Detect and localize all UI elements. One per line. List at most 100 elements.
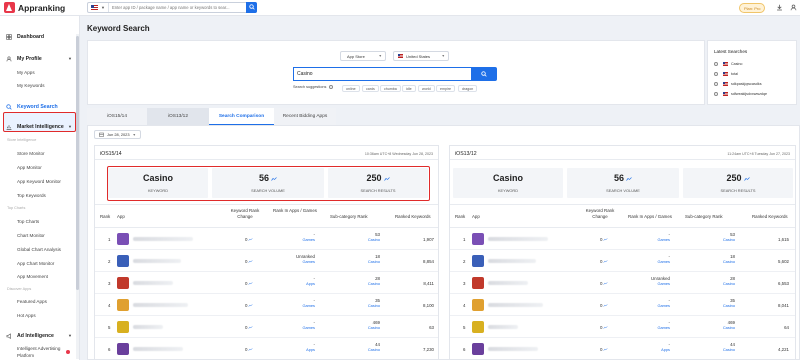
table-row[interactable]: 3 0 Unranked Games 28 Casino 6,553	[450, 272, 795, 294]
sidebar-item-my-keywords[interactable]: My Keywords	[0, 83, 78, 88]
trend-icon[interactable]	[248, 238, 254, 242]
trend-icon[interactable]	[248, 326, 254, 330]
app-icon[interactable]	[472, 233, 484, 245]
sidebar-item-top-keywords[interactable]: Top Keywords	[0, 193, 78, 198]
us-flag-icon[interactable]	[91, 5, 98, 10]
app-name-redacted[interactable]	[133, 259, 181, 263]
app-icon[interactable]	[472, 321, 484, 333]
subcategory-name[interactable]: Casino	[368, 237, 380, 242]
user-avatar-icon[interactable]	[789, 3, 798, 12]
trend-icon[interactable]	[603, 326, 609, 330]
app-icon[interactable]	[472, 277, 484, 289]
sidebar-item-hot-apps[interactable]: Hot Apps	[0, 313, 78, 318]
store-select[interactable]: App Store ▼	[340, 51, 386, 61]
app-name-redacted[interactable]	[488, 325, 518, 329]
subcategory-name[interactable]: Casino	[723, 347, 735, 352]
table-row[interactable]: 4 0 - Games 35 Casino 8,041	[450, 294, 795, 316]
sidebar-item-my-apps[interactable]: My Apps	[0, 70, 78, 75]
rank-in-category[interactable]: Games	[657, 259, 670, 264]
sidebar-item-featured-apps[interactable]: Featured Apps	[0, 299, 78, 304]
subcategory-name[interactable]: Casino	[368, 325, 380, 330]
download-icon[interactable]	[775, 3, 784, 12]
latest-search-item[interactable]: total	[714, 72, 794, 76]
app-name-redacted[interactable]	[488, 237, 548, 241]
date-filter[interactable]: Jun 28, 2023 ▼	[94, 130, 141, 139]
sidebar-scrollbar-thumb[interactable]	[76, 36, 79, 290]
subcategory-name[interactable]: Casino	[723, 259, 735, 264]
app-icon[interactable]	[472, 299, 484, 311]
app-name-redacted[interactable]	[133, 325, 163, 329]
trend-icon[interactable]	[248, 282, 254, 286]
help-icon[interactable]	[329, 85, 334, 89]
app-icon[interactable]	[117, 343, 129, 355]
rank-in-category[interactable]: Games	[302, 325, 315, 330]
table-row[interactable]: 5 0 - Games 469 Casino 63	[95, 316, 438, 338]
trend-icon[interactable]	[603, 348, 609, 352]
trend-icon[interactable]	[743, 176, 750, 181]
subcategory-name[interactable]: Casino	[368, 303, 380, 308]
table-row[interactable]: 5 0 - Games 469 Casino 64	[450, 316, 795, 338]
subcategory-name[interactable]: Casino	[368, 281, 380, 286]
rank-in-category[interactable]: Games	[302, 303, 315, 308]
remove-icon[interactable]	[714, 82, 718, 86]
app-name-redacted[interactable]	[133, 347, 183, 351]
trend-icon[interactable]	[603, 238, 609, 242]
rank-in-category[interactable]: Apps	[306, 281, 315, 286]
table-row[interactable]: 4 0 - Games 35 Casino 8,100	[95, 294, 438, 316]
global-search-button[interactable]	[246, 1, 257, 13]
suggestion-chip[interactable]: world	[418, 85, 435, 92]
app-icon[interactable]	[117, 255, 129, 267]
suggestion-chip[interactable]: empire	[436, 85, 455, 92]
app-icon[interactable]	[117, 321, 129, 333]
app-name-redacted[interactable]	[488, 259, 536, 263]
table-row[interactable]: 2 0 Unranked Games 18 Casino 8,854	[95, 250, 438, 272]
table-row[interactable]: 1 0 - Games 53 Casino 1,615	[450, 228, 795, 250]
sidebar-item-app-keyword-monitor[interactable]: App Keyword Monitor	[0, 179, 78, 184]
latest-search-item[interactable]: sdkpaskjqwcasdks	[714, 82, 794, 86]
trend-icon[interactable]	[626, 176, 632, 181]
global-search-input[interactable]	[107, 3, 246, 12]
suggestion-chip[interactable]: dragon	[458, 85, 478, 92]
sidebar-item-chart-monitor[interactable]: Chart Monitor	[0, 233, 78, 238]
suggestion-chip[interactable]: chumba	[380, 85, 401, 92]
tab-search-comparison[interactable]: Search Comparison	[209, 108, 274, 125]
rank-in-category[interactable]: Apps	[661, 347, 670, 352]
sidebar-item-dashboard[interactable]: Dashboard	[0, 33, 78, 40]
trend-icon[interactable]	[248, 304, 254, 308]
subcategory-name[interactable]: Casino	[723, 281, 735, 286]
subcategory-name[interactable]: Casino	[723, 325, 735, 330]
keyword-input[interactable]	[293, 67, 471, 81]
trend-icon[interactable]	[603, 260, 609, 264]
tab-recent-bidding-apps[interactable]: Recent Bidding Apps	[274, 108, 336, 125]
suggestion-chip[interactable]: idle	[402, 85, 416, 92]
sidebar-item-keyword-search[interactable]: Keyword Search	[0, 103, 78, 110]
sidebar-item-store-monitor[interactable]: Store Monitor	[0, 151, 78, 156]
app-icon[interactable]	[117, 299, 129, 311]
rank-in-category[interactable]: Apps	[306, 347, 315, 352]
sidebar-item-app-chart-monitor[interactable]: App Chart Monitor	[0, 261, 78, 266]
app-name-redacted[interactable]	[488, 281, 528, 285]
rank-in-category[interactable]: Games	[657, 303, 670, 308]
sidebar-item-global-chart-analysis[interactable]: Global Chart Analysis	[0, 247, 78, 252]
app-logo[interactable]: Appranking	[4, 2, 65, 13]
sidebar-item-ad-intelligence[interactable]: Ad Intelligence ▼	[0, 332, 78, 339]
keyword-search-button[interactable]	[471, 67, 497, 81]
chevron-down-icon[interactable]: ▼	[101, 5, 105, 10]
country-select[interactable]: United States ▼	[393, 51, 449, 61]
latest-search-item[interactable]: sdfweakijsdxxwwzdqe	[714, 92, 794, 96]
sidebar-item-my-profile[interactable]: My Profile ▼	[0, 55, 78, 62]
trend-icon[interactable]	[603, 282, 609, 286]
sidebar-item-top-charts[interactable]: Top Charts	[0, 219, 78, 224]
table-row[interactable]: 6 0 - Apps 44 Casino 4,221	[450, 338, 795, 359]
subcategory-name[interactable]: Casino	[368, 347, 380, 352]
suggestion-chip[interactable]: online	[342, 85, 360, 92]
subcategory-name[interactable]: Casino	[723, 237, 735, 242]
rank-in-category[interactable]: Games	[302, 237, 315, 242]
app-name-redacted[interactable]	[488, 303, 543, 307]
trend-icon[interactable]	[248, 348, 254, 352]
app-name-redacted[interactable]	[488, 347, 538, 351]
app-name-redacted[interactable]	[133, 281, 173, 285]
rank-in-category[interactable]: Games	[302, 259, 315, 264]
sidebar-item-app-movement[interactable]: App Movement	[0, 274, 78, 279]
subcategory-name[interactable]: Casino	[723, 303, 735, 308]
